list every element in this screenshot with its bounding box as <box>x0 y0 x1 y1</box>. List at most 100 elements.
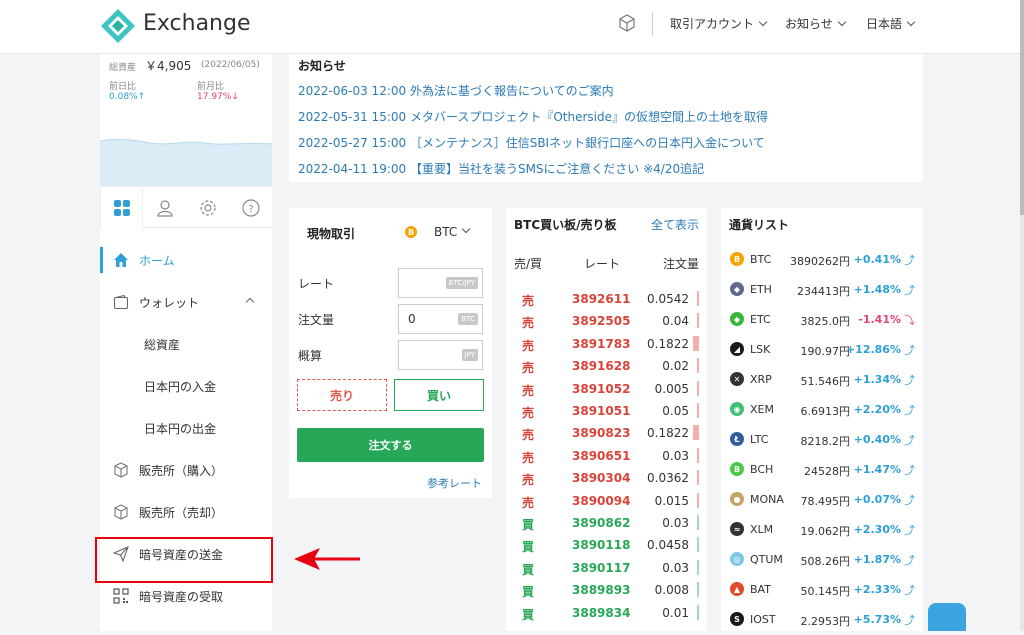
currency-price: 3890262円 <box>790 255 850 268</box>
day-change-label: 前日比 <box>109 82 137 92</box>
rate-field[interactable]: BTC/JPY <box>398 268 483 298</box>
quantity-value: 0 <box>408 312 416 326</box>
sidebar-item-shop-buy[interactable]: 販売所（購入） <box>100 449 272 491</box>
quantity-field[interactable]: 0 BTC <box>398 304 483 334</box>
currency-price: 51.546円 <box>800 375 851 388</box>
side-cell: 買 <box>522 585 535 600</box>
rate-cell: 3890094 <box>572 493 631 508</box>
currency-row[interactable]: ● MONA 78.495円 +0.07% ⤴ <box>721 485 923 515</box>
brand-name[interactable]: Exchange <box>143 11 251 36</box>
column-header-rate: レート <box>584 257 621 271</box>
iost-icon: S <box>730 612 744 626</box>
scrollbar-thumb[interactable] <box>1020 0 1024 215</box>
sidebar-item-label: 日本円の入金 <box>144 379 217 394</box>
currency-row[interactable]: ◆ ETC 3825.0円 -1.41% ⤵ <box>721 305 923 335</box>
chevron-down-icon <box>906 17 916 27</box>
order-book-row[interactable]: 買 3890117 0.03 <box>506 557 707 579</box>
side-cell: 売 <box>522 361 535 376</box>
currency-row[interactable]: ✕ XRP 51.546円 +1.34% ⤴ <box>721 365 923 395</box>
currency-row[interactable]: ◢ LSK 190.97円 +12.86% ⤴ <box>721 335 923 365</box>
buy-button[interactable]: 買い <box>394 379 484 411</box>
order-book-row[interactable]: 買 3889834 0.01 <box>506 602 707 624</box>
currency-row[interactable]: Ł LTC 8218.2円 +0.40% ⤴ <box>721 425 923 455</box>
currency-row[interactable]: B BCH 24528円 +1.47% ⤴ <box>721 455 923 485</box>
rate-unit-tag: BTC/JPY <box>445 277 478 289</box>
currency-row[interactable]: ◉ XEM 6.6913円 +2.20% ⤴ <box>721 395 923 425</box>
place-order-button[interactable]: 注文する <box>297 428 484 462</box>
top-header: Exchange 取引アカウント お知らせ 日本語 <box>0 0 1020 54</box>
sidebar-item-total-assets[interactable]: 総資産 <box>100 323 272 365</box>
currency-row[interactable]: B BTC 3890262円 +0.41% ⤴ <box>721 245 923 275</box>
menu-notices[interactable]: お知らせ <box>785 15 847 32</box>
trend-up-icon: ⤴ <box>904 374 915 387</box>
rate-cell: 3892505 <box>572 314 631 329</box>
news-link[interactable]: 2022-04-11 19:00 【重要】当社を装うSMSにご注意ください ※4… <box>298 160 704 177</box>
rate-cell: 3890118 <box>572 538 631 553</box>
sidebar-item-wallet[interactable]: ウォレット <box>100 281 272 323</box>
qr-icon <box>112 587 130 605</box>
news-link[interactable]: 2022-05-31 15:00 メタバースプロジェクト『Otherside』の… <box>298 108 768 125</box>
estimate-unit-tag: JPY <box>461 349 478 361</box>
sidebar-item-shop-sell[interactable]: 販売所（売却） <box>100 491 272 533</box>
order-book-row[interactable]: 買 3890118 0.0458 <box>506 534 707 556</box>
order-book-row[interactable]: 売 3891628 0.02 <box>506 355 707 377</box>
exchange-logo-icon[interactable] <box>100 8 136 44</box>
spot-trade-panel: 現物取引 B BTC レート BTC/JPY 注文量 0 BTC 概算 JPY 売… <box>289 208 492 498</box>
news-link[interactable]: 2022-06-03 12:00 外為法に基づく報告についてのご案内 <box>298 82 614 99</box>
menu-language[interactable]: 日本語 <box>866 15 916 32</box>
order-book-row[interactable]: 売 3890823 0.1822 <box>506 422 707 444</box>
order-book-row[interactable]: 売 3891783 0.1822 <box>506 333 707 355</box>
currency-row[interactable]: ▲ BAT 50.145円 +2.33% ⤴ <box>721 575 923 605</box>
currency-change: +2.33% <box>853 583 901 596</box>
column-header-qty: 注文量 <box>662 257 699 271</box>
wallet-icon <box>112 293 130 311</box>
currency-price: 78.495円 <box>800 495 851 508</box>
currency-row[interactable]: ≈ XLM 19.062円 +2.30% ⤴ <box>721 515 923 545</box>
currency-row[interactable]: ◆ ETH 234413円 +1.48% ⤴ <box>721 275 923 305</box>
news-link[interactable]: 2022-05-27 15:00 ［メンテナンス］住信SBIネット銀行口座への日… <box>298 134 765 151</box>
currency-name: LSK <box>750 343 771 356</box>
order-book-row[interactable]: 売 3891052 0.005 <box>506 378 707 400</box>
total-assets-label: 総資産 <box>109 63 137 73</box>
chat-button[interactable] <box>928 603 966 631</box>
order-book-row[interactable]: 売 3890094 0.015 <box>506 490 707 512</box>
box-icon <box>112 503 130 521</box>
currency-price: 508.26円 <box>800 555 851 568</box>
tab-help[interactable]: ? <box>229 187 272 229</box>
sidebar-item-label: 販売所（売却） <box>139 505 224 520</box>
sidebar-item-jpy-deposit[interactable]: 日本円の入金 <box>100 365 272 407</box>
order-book-row[interactable]: 売 3890304 0.0362 <box>506 467 707 489</box>
chevron-down-icon <box>462 224 471 234</box>
estimate-field[interactable]: JPY <box>398 340 483 370</box>
order-book-row[interactable]: 売 3891051 0.05 <box>506 400 707 422</box>
currency-row[interactable]: ◎ QTUM 508.26円 +1.87% ⤴ <box>721 545 923 575</box>
currency-name: IOST <box>750 613 776 626</box>
reference-rate-link[interactable]: 参考レート <box>427 475 482 491</box>
tab-dashboard[interactable] <box>100 187 143 229</box>
side-cell: 売 <box>522 294 535 308</box>
qty-cell: 0.1822 <box>647 426 689 441</box>
order-book-row[interactable]: 売 3892505 0.04 <box>506 310 707 332</box>
order-book-row[interactable]: 買 3890862 0.03 <box>506 512 707 534</box>
sidebar-item-jpy-withdraw[interactable]: 日本円の出金 <box>100 407 272 449</box>
trend-up-icon: ⤴ <box>904 344 915 357</box>
active-indicator <box>100 247 103 273</box>
tab-account[interactable] <box>143 187 186 229</box>
rate-cell: 3891051 <box>572 404 631 418</box>
qty-cell: 0.03 <box>662 448 689 463</box>
chevron-up-icon[interactable] <box>245 297 255 307</box>
order-book-row[interactable]: 売 3890651 0.03 <box>506 445 707 467</box>
highlight-box <box>95 537 273 583</box>
sell-button[interactable]: 売り <box>297 379 387 411</box>
ltc-icon: Ł <box>730 432 744 446</box>
order-book-row[interactable]: 売 3892611 0.0542 <box>506 288 707 310</box>
currency-change: +1.47% <box>853 463 901 476</box>
chevron-down-icon <box>837 17 847 27</box>
sidebar-item-home[interactable]: ホーム <box>100 239 272 281</box>
tab-settings[interactable] <box>186 187 229 229</box>
cube-icon[interactable] <box>617 13 637 33</box>
order-book-row[interactable]: 買 3889893 0.008 <box>506 579 707 601</box>
coin-selector[interactable]: B BTC <box>405 224 471 239</box>
menu-trading-account[interactable]: 取引アカウント <box>670 15 768 32</box>
show-all-link[interactable]: 全て表示 <box>651 216 699 233</box>
